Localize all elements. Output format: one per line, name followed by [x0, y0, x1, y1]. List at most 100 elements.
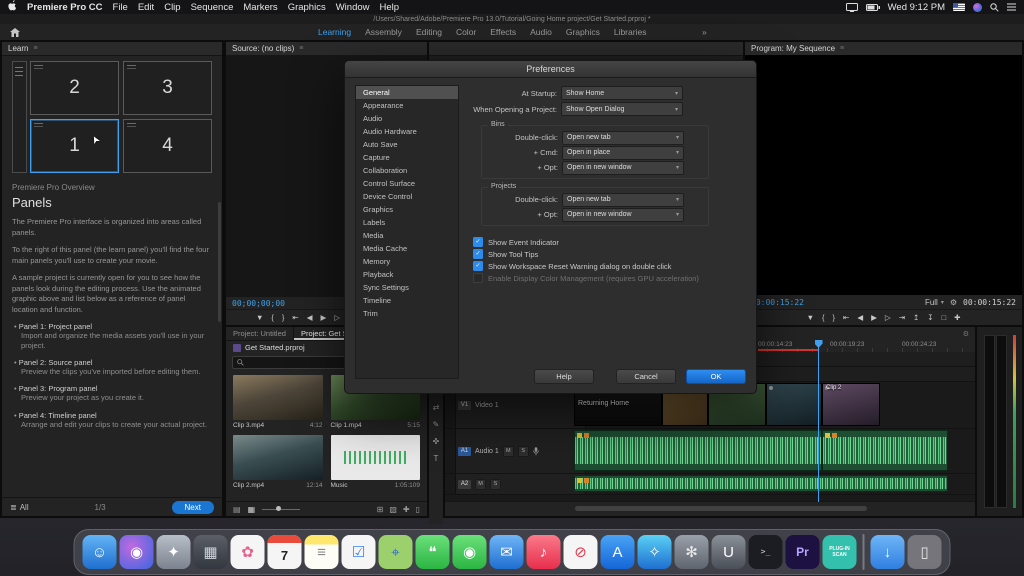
notification-center-icon[interactable]: [1007, 3, 1016, 11]
ok-button[interactable]: OK: [686, 369, 746, 384]
menu-item[interactable]: Graphics: [288, 2, 326, 13]
safari[interactable]: ✧: [637, 535, 672, 569]
preference-category[interactable]: Audio: [356, 112, 458, 125]
help-button[interactable]: Help: [534, 369, 594, 384]
audio-clip[interactable]: [574, 475, 948, 492]
workspace-tab[interactable]: Graphics: [566, 27, 600, 37]
battery-icon[interactable]: [865, 3, 880, 11]
app-menu-title[interactable]: Premiere Pro CC: [27, 2, 103, 13]
export-frame-icon[interactable]: □: [942, 314, 947, 322]
input-language-flag-icon[interactable]: [953, 3, 965, 11]
panel-menu-icon[interactable]: ≡: [840, 45, 844, 52]
video-clip[interactable]: Clip 2: [822, 383, 880, 426]
spotlight-search-icon[interactable]: [990, 2, 999, 12]
reminders[interactable]: ☑: [341, 535, 376, 569]
mail[interactable]: ✉: [489, 535, 524, 569]
audio-clip[interactable]: [574, 430, 822, 471]
go-to-in-icon[interactable]: ⇤: [843, 314, 849, 322]
delete-icon[interactable]: ▯: [416, 505, 420, 514]
preference-category[interactable]: Media: [356, 229, 458, 242]
checkbox-box[interactable]: ✓: [473, 261, 483, 271]
preference-category[interactable]: Device Control: [356, 190, 458, 203]
setting-dropdown[interactable]: Open in new window ▾: [562, 160, 684, 175]
app-store[interactable]: A: [600, 535, 635, 569]
audio-clip[interactable]: [822, 430, 948, 471]
menu-item[interactable]: Clip: [164, 2, 180, 13]
checkbox-box[interactable]: ✓: [473, 249, 483, 259]
program-current-timecode[interactable]: 00:00:15:22: [751, 298, 804, 307]
setting-dropdown[interactable]: Open new tab ▾: [562, 130, 684, 145]
siri-icon[interactable]: [973, 2, 982, 12]
checkbox-box[interactable]: ✓: [473, 273, 483, 283]
track-a2-header[interactable]: A2 M S: [445, 474, 586, 494]
menu-clock[interactable]: Wed 9:12 PM: [888, 2, 945, 13]
workspace-tab[interactable]: Assembly: [365, 27, 402, 37]
automate-to-sequence-icon[interactable]: ⊞: [377, 505, 384, 514]
setting-dropdown[interactable]: Open in new window ▾: [562, 207, 684, 222]
button-editor-icon[interactable]: ✚: [954, 314, 960, 322]
terminal[interactable]: >_: [748, 535, 783, 569]
premiere-pro[interactable]: Pr: [785, 535, 820, 569]
preference-category[interactable]: Collaboration: [356, 164, 458, 177]
workspace-tab[interactable]: Color: [456, 27, 476, 37]
project-clip[interactable]: Clip 3.mp4 4:12: [233, 375, 323, 429]
timeline-horizontal-scrollbar[interactable]: [445, 501, 975, 516]
all-lessons-link[interactable]: All: [20, 503, 29, 512]
project-clip[interactable]: Music 1:05:109: [330, 435, 420, 489]
preference-category[interactable]: Labels: [356, 216, 458, 229]
play-icon[interactable]: ▶: [320, 314, 326, 322]
new-bin-icon[interactable]: ✚: [403, 505, 410, 514]
preference-category[interactable]: Media Cache: [356, 242, 458, 255]
system-preferences[interactable]: ✻: [674, 535, 709, 569]
track-a2-badge[interactable]: A2: [458, 479, 471, 489]
lift-icon[interactable]: ↥: [913, 314, 919, 322]
track-a1-badge[interactable]: A1: [458, 446, 471, 456]
source-panel-title[interactable]: Source: (no clips): [232, 44, 294, 53]
home-icon[interactable]: [10, 27, 20, 37]
launchpad[interactable]: ✦: [156, 535, 191, 569]
timeline-settings-icon[interactable]: ⚙: [963, 330, 969, 338]
playhead[interactable]: [818, 340, 819, 502]
preferences-title-bar[interactable]: Preferences: [345, 61, 756, 78]
cancel-button[interactable]: Cancel: [616, 369, 676, 384]
mic-icon[interactable]: [532, 446, 539, 456]
mark-out-icon[interactable]: }: [282, 314, 285, 322]
program-zoom-select[interactable]: Full ▾: [925, 298, 944, 307]
workspace-tab[interactable]: Editing: [416, 27, 442, 37]
track-v1-badge[interactable]: V1: [458, 400, 471, 410]
preference-category[interactable]: Auto Save: [356, 138, 458, 151]
facetime[interactable]: ◉: [452, 535, 487, 569]
preference-category[interactable]: General: [356, 86, 458, 99]
thumbnail-zoom-slider[interactable]: [262, 506, 301, 511]
go-to-out-icon[interactable]: ⇥: [899, 314, 905, 322]
next-button[interactable]: Next: [171, 500, 214, 514]
preference-category[interactable]: Timeline: [356, 294, 458, 307]
display-icon[interactable]: [845, 2, 858, 12]
panel-menu-icon[interactable]: ≡: [299, 45, 303, 52]
mute-button[interactable]: M: [502, 445, 514, 457]
learn-panel-title[interactable]: Learn: [8, 44, 28, 53]
add-marker-icon[interactable]: ▼: [807, 314, 814, 322]
workspace-tab[interactable]: Learning: [318, 27, 351, 37]
icon-view-icon[interactable]: ▦: [248, 505, 256, 514]
setting-dropdown[interactable]: Open new tab ▾: [562, 192, 684, 207]
step-forward-icon[interactable]: ▷: [885, 314, 891, 322]
do-not-disturb[interactable]: ⊘: [563, 535, 598, 569]
workspace-overflow-icon[interactable]: »: [702, 27, 707, 37]
pen-tool[interactable]: ✎: [433, 420, 440, 429]
finder[interactable]: ☺: [82, 535, 117, 569]
clip-name[interactable]: Clip 3.mp4: [233, 422, 264, 429]
solo-button[interactable]: S: [517, 445, 529, 457]
panel-menu-icon[interactable]: ≡: [33, 45, 37, 52]
clip-name[interactable]: Clip 2.mp4: [233, 482, 264, 489]
track-a1-header[interactable]: A1 Audio 1 M S: [445, 429, 586, 473]
step-forward-icon[interactable]: ▷: [334, 314, 340, 322]
preference-category[interactable]: Sync Settings: [356, 281, 458, 294]
mute-button[interactable]: M: [475, 478, 486, 490]
music[interactable]: ♪: [526, 535, 561, 569]
clip-thumbnail[interactable]: [233, 435, 323, 480]
preference-category[interactable]: Capture: [356, 151, 458, 164]
trash[interactable]: ▯: [907, 535, 942, 569]
apple-menu-icon[interactable]: [8, 0, 17, 14]
mark-in-icon[interactable]: {: [822, 314, 825, 322]
